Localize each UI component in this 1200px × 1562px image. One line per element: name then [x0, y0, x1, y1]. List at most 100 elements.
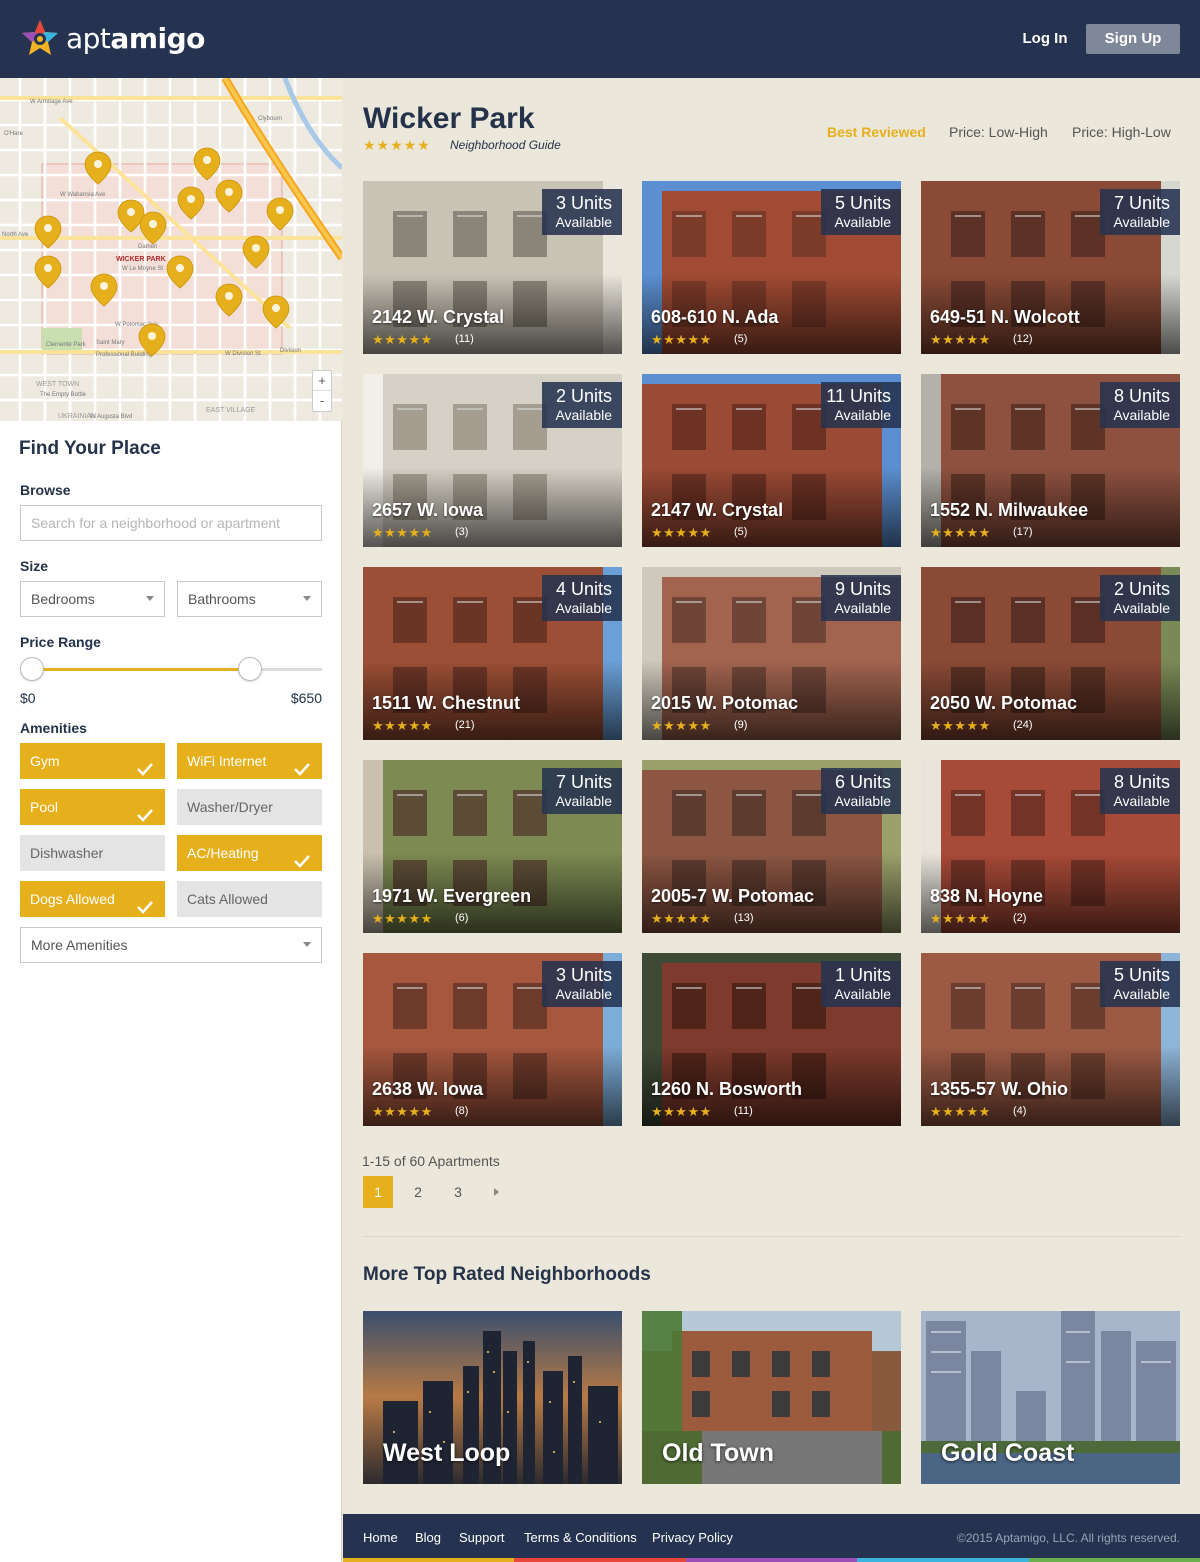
next-page-arrow-icon[interactable] — [494, 1188, 499, 1196]
listing-card[interactable]: 5 Units Available 608-610 N. Ada ★★★★★ (5) — [642, 181, 901, 354]
map-label-augusta: W Augusta Blvd — [90, 414, 132, 420]
amenity-toggle[interactable]: Pool — [20, 789, 165, 825]
units-count: 5 Units — [1113, 965, 1170, 985]
amenity-toggle[interactable]: WiFi Internet — [177, 743, 322, 779]
page-2-button[interactable]: 2 — [403, 1176, 433, 1208]
price-slider-fill — [32, 668, 250, 671]
amenity-toggle[interactable]: Gym — [20, 743, 165, 779]
listing-card[interactable]: 7 Units Available 649-51 N. Wolcott ★★★★★ (1… — [921, 181, 1180, 354]
units-count: 8 Units — [1113, 386, 1170, 406]
listing-card[interactable]: 5 Units Available 1355-57 W. Ohio ★★★★★ (4) — [921, 953, 1180, 1126]
price-slider-min-handle[interactable] — [20, 657, 45, 681]
map-canvas[interactable]: W Armitage Ave O'Hare W Wabansia Ave Nor… — [0, 78, 342, 421]
checkmark-icon — [294, 753, 310, 789]
sort-price-high-low[interactable]: Price: High-Low — [1072, 124, 1171, 140]
price-slider-max-handle[interactable] — [237, 657, 262, 681]
amenity-toggle[interactable]: Washer/Dryer — [177, 789, 322, 825]
listing-card[interactable]: 8 Units Available 1552 N. Milwaukee ★★★★★ (1… — [921, 374, 1180, 547]
neighborhood-map[interactable]: W Armitage Ave O'Hare W Wabansia Ave Nor… — [0, 78, 342, 421]
bedrooms-select-value: Bedrooms — [31, 591, 95, 607]
amenity-toggle[interactable]: AC/Heating — [177, 835, 322, 871]
more-neighborhoods-heading: More Top Rated Neighborhoods — [363, 1264, 651, 1285]
units-available-badge: 8 Units Available — [1100, 382, 1180, 428]
find-your-place-heading: Find Your Place — [19, 438, 161, 459]
listing-review-count: (11) — [734, 1105, 753, 1117]
bedrooms-select[interactable]: Bedrooms — [20, 581, 165, 617]
login-link[interactable]: Log In — [1010, 24, 1080, 54]
page-title: Wicker Park — [363, 102, 535, 135]
listing-card[interactable]: 7 Units Available 1971 W. Evergreen ★★★★★ (6… — [363, 760, 622, 933]
units-count: 7 Units — [1113, 193, 1170, 213]
listing-address: 1552 N. Milwaukee — [930, 500, 1089, 520]
map-label-saint-mary: Saint Mary — [96, 340, 125, 346]
sort-price-low-high[interactable]: Price: Low-High — [949, 124, 1048, 140]
map-label-armitage: W Armitage Ave — [30, 99, 73, 105]
map-label-wabansia: W Wabansia Ave — [60, 192, 106, 198]
listing-card[interactable]: 2 Units Available 2657 W. Iowa ★★★★★ (3) — [363, 374, 622, 547]
listing-review-count: (11) — [455, 333, 474, 345]
footer-link-home[interactable]: Home — [363, 1530, 398, 1545]
units-available-label: Available — [1113, 986, 1170, 1002]
more-amenities-select[interactable]: More Amenities — [20, 927, 322, 963]
listing-card[interactable]: 6 Units Available 2005-7 W. Potomac ★★★★★ (1… — [642, 760, 901, 933]
neighborhood-card-old-town[interactable]: Old Town — [642, 1311, 901, 1484]
units-available-label: Available — [834, 600, 891, 616]
listing-rating-stars: ★★★★★ — [372, 1104, 433, 1119]
price-max-value: $650 — [290, 690, 322, 706]
units-available-label: Available — [1113, 214, 1170, 230]
units-available-badge: 5 Units Available — [1100, 961, 1180, 1007]
sort-best-reviewed[interactable]: Best Reviewed — [827, 124, 926, 140]
footer-link-support[interactable]: Support — [459, 1530, 505, 1545]
bathrooms-select[interactable]: Bathrooms — [177, 581, 322, 617]
listing-card[interactable]: 4 Units Available 1511 W. Chestnut ★★★★★ (21… — [363, 567, 622, 740]
units-available-badge: 3 Units Available — [542, 189, 622, 235]
zoom-in-button[interactable]: + — [313, 371, 331, 391]
listing-card[interactable]: 11 Units Available 2147 W. Crystal ★★★★★ (5) — [642, 374, 901, 547]
units-count: 11 Units — [826, 386, 891, 406]
chevron-down-icon — [303, 596, 311, 601]
amenity-toggle[interactable]: Dishwasher — [20, 835, 165, 871]
amenity-label: Dishwasher — [30, 845, 104, 861]
units-available-label: Available — [1113, 407, 1170, 423]
units-available-badge: 6 Units Available — [821, 768, 901, 814]
neighborhood-name: West Loop — [383, 1439, 511, 1467]
listing-review-count: (21) — [455, 719, 475, 731]
checkmark-icon — [137, 891, 153, 927]
listing-card[interactable]: 3 Units Available 2638 W. Iowa ★★★★★ (8) — [363, 953, 622, 1126]
units-available-badge: 2 Units Available — [1100, 575, 1180, 621]
signup-button[interactable]: Sign Up — [1086, 24, 1180, 54]
listing-review-count: (24) — [1013, 719, 1033, 731]
listing-card[interactable]: 9 Units Available 2015 W. Potomac ★★★★★ (9) — [642, 567, 901, 740]
units-count: 6 Units — [834, 772, 891, 792]
neighborhood-card-west-loop[interactable]: West Loop — [363, 1311, 622, 1484]
units-available-label: Available — [834, 407, 891, 423]
units-available-label: Available — [555, 214, 612, 230]
listing-review-count: (4) — [1013, 1105, 1027, 1117]
amenity-toggle[interactable]: Dogs Allowed — [20, 881, 165, 917]
listing-rating-stars: ★★★★★ — [372, 332, 433, 347]
listing-card[interactable]: 1 Units Available 1260 N. Bosworth ★★★★★ (11… — [642, 953, 901, 1126]
neighborhood-card-gold-coast[interactable]: Gold Coast — [921, 1311, 1180, 1484]
map-label-damen: Damen — [138, 244, 157, 250]
footer-link-terms[interactable]: Terms & Conditions — [524, 1530, 637, 1545]
zoom-out-button[interactable]: - — [313, 391, 331, 411]
listing-card[interactable]: 3 Units Available 2142 W. Crystal ★★★★★ (11) — [363, 181, 622, 354]
copyright: ©2015 Aptamigo, LLC. All rights reserved… — [957, 1531, 1180, 1545]
map-label-le-moyne: W Le Moyne St — [122, 266, 163, 272]
map-label-wicker-park: WICKER PARK — [116, 256, 166, 263]
amenity-label: Washer/Dryer — [187, 799, 273, 815]
listing-address: 2638 W. Iowa — [372, 1079, 484, 1099]
neighborhood-guide-link[interactable]: Neighborhood Guide — [450, 138, 561, 152]
page-3-button[interactable]: 3 — [443, 1176, 473, 1208]
page-1-button[interactable]: 1 — [363, 1176, 393, 1208]
logo[interactable]: aptamigo — [20, 18, 205, 58]
listing-address: 2005-7 W. Potomac — [651, 886, 815, 906]
listing-card[interactable]: 8 Units Available 838 N. Hoyne ★★★★★ (2) — [921, 760, 1180, 933]
amenity-toggle[interactable]: Cats Allowed — [177, 881, 322, 917]
listing-card[interactable]: 2 Units Available 2050 W. Potomac ★★★★★ (24) — [921, 567, 1180, 740]
brand-name: aptamigo — [66, 22, 205, 55]
search-input[interactable]: Search for a neighborhood or apartment — [20, 505, 322, 541]
footer-link-privacy[interactable]: Privacy Policy — [652, 1530, 733, 1545]
footer-link-blog[interactable]: Blog — [415, 1530, 441, 1545]
units-available-badge: 9 Units Available — [821, 575, 901, 621]
